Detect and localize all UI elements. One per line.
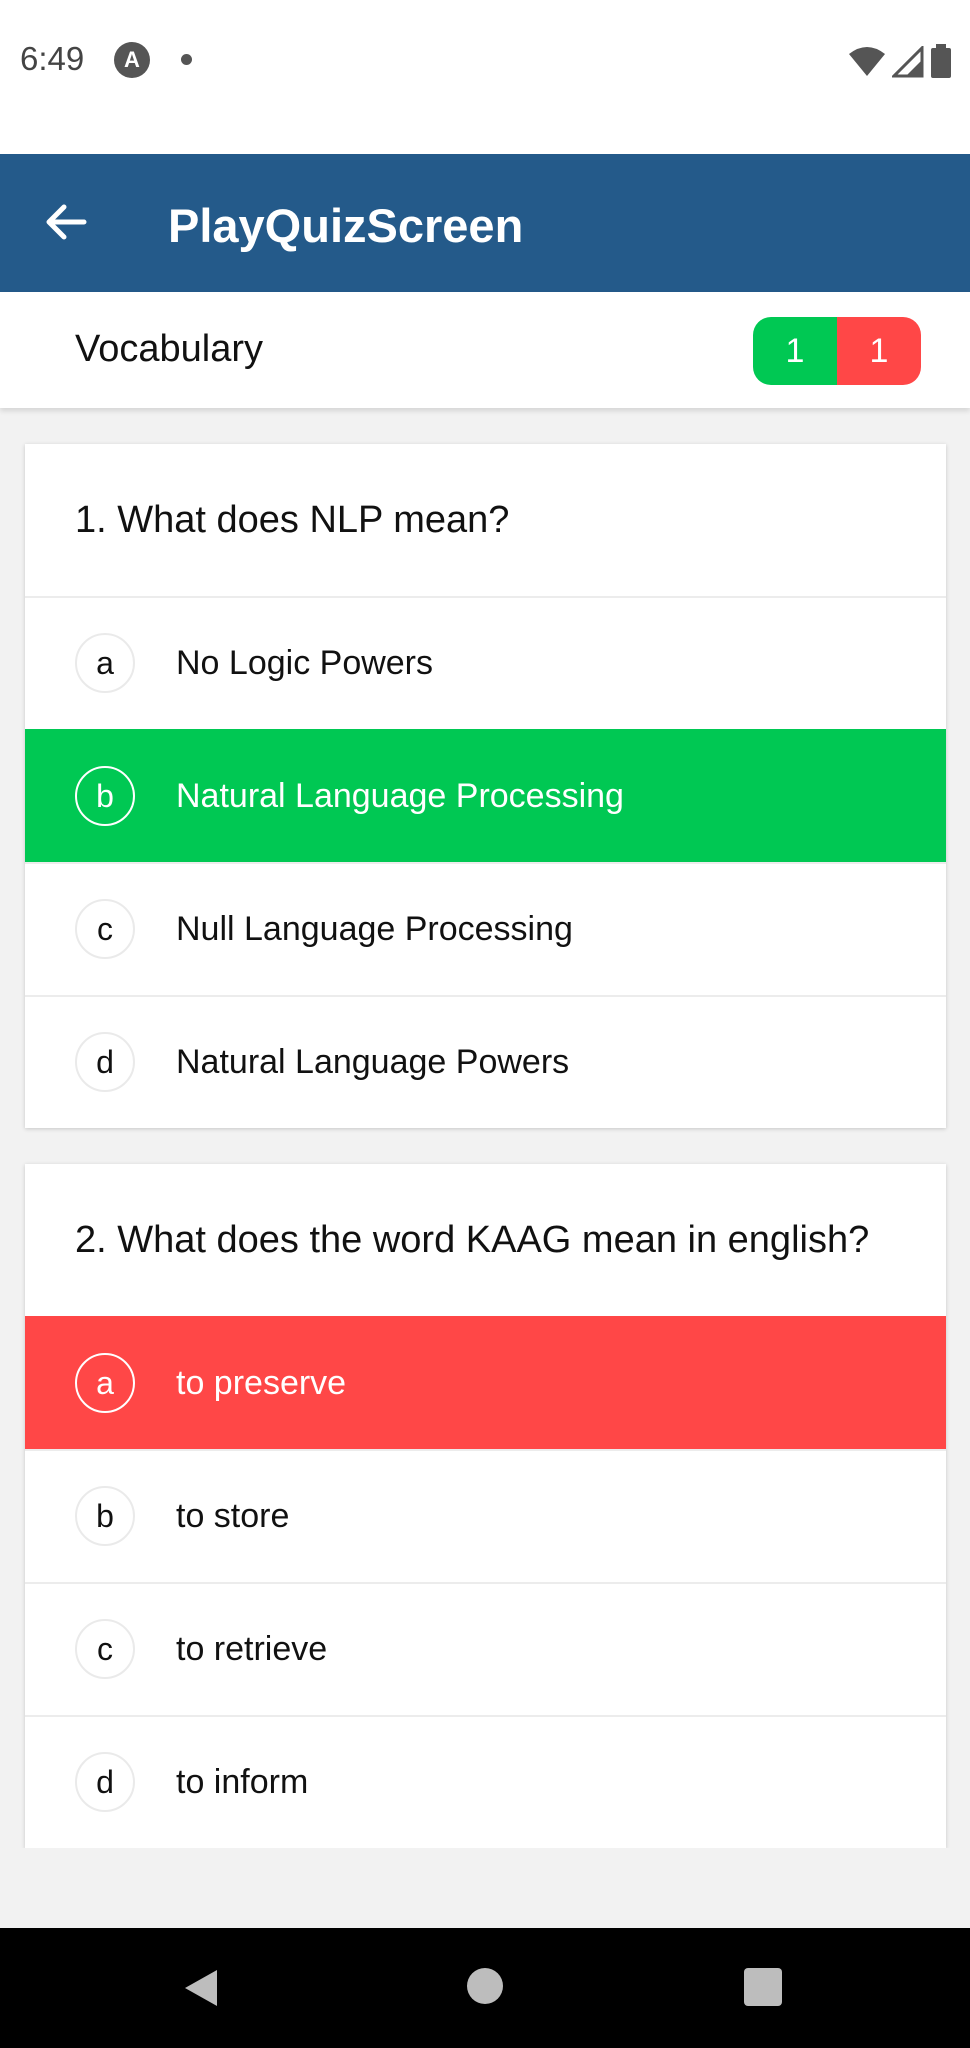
app-bar: PlayQuizScreen [0, 154, 970, 292]
option-d[interactable]: d Natural Language Powers [25, 995, 946, 1128]
option-letter: b [75, 766, 135, 826]
option-letter: d [75, 1032, 135, 1092]
option-text: to retrieve [176, 1630, 328, 1668]
status-bar: 6:49 A [0, 0, 970, 154]
option-text: to preserve [176, 1364, 347, 1402]
arrow-back-icon[interactable] [40, 196, 92, 248]
status-time: 6:49 [20, 40, 85, 77]
option-a[interactable]: a to preserve [25, 1316, 946, 1449]
question-text: 1. What does NLP mean? [75, 498, 510, 541]
app-notification-icon: A [114, 42, 150, 78]
dot-icon [181, 54, 192, 65]
status-icons [848, 44, 952, 78]
option-b[interactable]: b Natural Language Processing [25, 729, 946, 862]
score-badge: 1 1 [753, 317, 921, 385]
option-text: Natural Language Processing [176, 777, 624, 815]
option-letter: d [75, 1752, 135, 1812]
wrong-count: 1 [837, 317, 921, 385]
nav-home-icon[interactable] [467, 1968, 503, 2004]
option-letter: c [75, 1619, 135, 1679]
nav-back-icon[interactable] [183, 1968, 219, 2008]
option-text: to store [176, 1497, 290, 1535]
option-text: Null Language Processing [176, 910, 573, 948]
option-c[interactable]: c Null Language Processing [25, 862, 946, 995]
question-card: 1. What does NLP mean? a No Logic Powers… [25, 444, 946, 1128]
category-label: Vocabulary [75, 328, 264, 370]
option-letter: c [75, 899, 135, 959]
option-letter: a [75, 633, 135, 693]
option-letter: b [75, 1486, 135, 1546]
page-title: PlayQuizScreen [168, 199, 524, 252]
signal-icon [892, 46, 924, 78]
wifi-icon [849, 47, 885, 76]
option-d[interactable]: d to inform [25, 1715, 946, 1848]
question-text: 2. What does the word KAAG mean in engli… [75, 1218, 870, 1261]
navigation-bar [0, 1928, 970, 2048]
option-b[interactable]: b to store [25, 1449, 946, 1582]
option-text: to inform [176, 1763, 309, 1801]
option-text: Natural Language Powers [176, 1043, 570, 1081]
option-a[interactable]: a No Logic Powers [25, 596, 946, 729]
battery-icon [931, 44, 951, 78]
question-card: 2. What does the word KAAG mean in engli… [25, 1164, 946, 1848]
option-c[interactable]: c to retrieve [25, 1582, 946, 1715]
question-list[interactable]: 1. What does NLP mean? a No Logic Powers… [0, 408, 970, 1848]
quiz-header: Vocabulary 1 1 [0, 292, 970, 408]
correct-count: 1 [753, 317, 837, 385]
option-text: No Logic Powers [176, 644, 434, 682]
nav-recents-icon[interactable] [744, 1968, 782, 2006]
option-letter: a [75, 1353, 135, 1413]
